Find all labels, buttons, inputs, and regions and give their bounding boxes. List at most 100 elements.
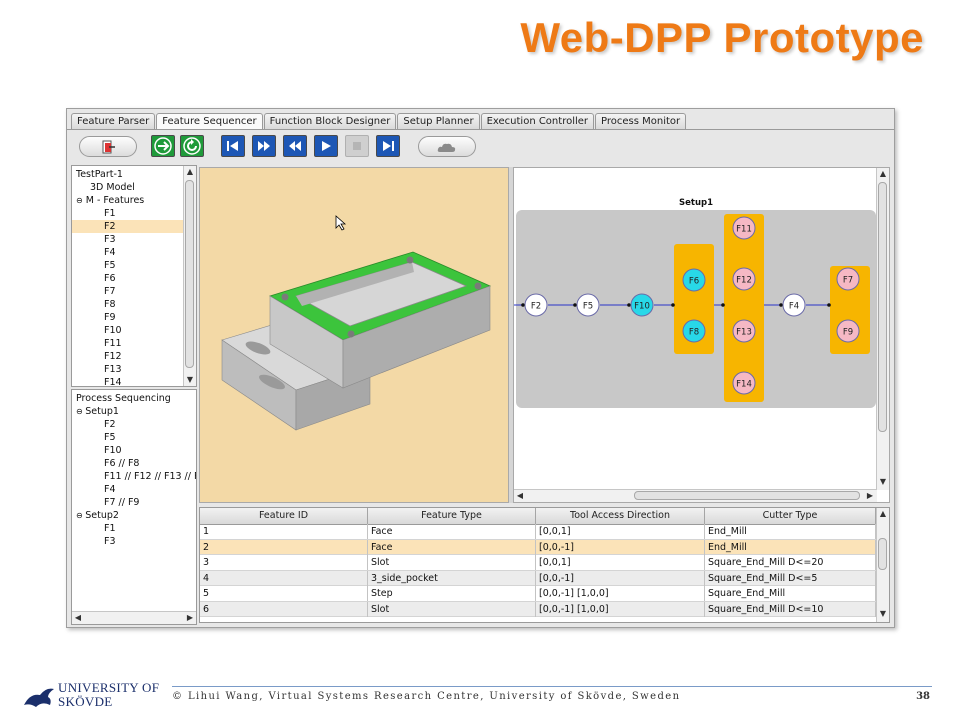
feature-node-label: F14 bbox=[736, 380, 752, 390]
process-tree-item[interactable]: F2 bbox=[72, 418, 184, 431]
tree-root[interactable]: TestPart-1 bbox=[72, 168, 184, 181]
fast-forward-button[interactable] bbox=[252, 135, 276, 157]
slide-title: Web-DPP Prototype bbox=[520, 14, 924, 61]
tree-item-feature[interactable]: F6 bbox=[72, 272, 184, 285]
cloud-button[interactable] bbox=[418, 136, 476, 157]
play-button[interactable] bbox=[314, 135, 338, 157]
table-row[interactable]: 3 Slot [0,0,1] Square_End_Mill D<=20 bbox=[200, 555, 876, 571]
tree-item-feature[interactable]: F5 bbox=[72, 259, 184, 272]
feature-tree-panel: TestPart-1 3D Model ⊖ M - Features F1 F2 F… bbox=[71, 165, 197, 387]
graph-vscrollbar[interactable]: ▲ ▼ bbox=[876, 168, 889, 490]
column-header-cutter-type[interactable]: Cutter Type bbox=[705, 508, 876, 524]
tab-process-monitor[interactable]: Process Monitor bbox=[595, 113, 687, 130]
tree-item-feature[interactable]: F11 bbox=[72, 337, 184, 350]
scroll-down-icon[interactable]: ▼ bbox=[877, 608, 889, 620]
footer-copyright: © Lihui Wang, Virtual Systems Research C… bbox=[172, 691, 681, 702]
tree-item-feature[interactable]: F10 bbox=[72, 324, 184, 337]
tree-item-feature[interactable]: F14 bbox=[72, 376, 184, 386]
tree-item-feature[interactable]: F13 bbox=[72, 363, 184, 376]
tab-setup-planner[interactable]: Setup Planner bbox=[397, 113, 480, 130]
collapse-icon[interactable]: ⊖ bbox=[76, 511, 85, 520]
table-cell: End_Mill bbox=[705, 524, 876, 539]
scroll-down-icon[interactable]: ▼ bbox=[877, 476, 889, 488]
feature-node-label: F6 bbox=[689, 277, 699, 287]
process-tree-item[interactable]: F7 // F9 bbox=[72, 496, 184, 509]
table-row[interactable]: 1 Face [0,0,1] End_Mill bbox=[200, 524, 876, 540]
tab-feature-parser[interactable]: Feature Parser bbox=[71, 113, 156, 130]
tree-item-feature[interactable]: F8 bbox=[72, 298, 184, 311]
tree-item-feature[interactable]: F1 bbox=[72, 207, 184, 220]
process-tree-item[interactable]: F4 bbox=[72, 483, 184, 496]
tree-item-feature[interactable]: F2 bbox=[72, 220, 184, 233]
column-header-tool-access[interactable]: Tool Access Direction bbox=[536, 508, 705, 524]
scroll-down-icon[interactable]: ▼ bbox=[184, 374, 196, 386]
table-row[interactable]: 4 3_side_pocket [0,0,-1] Square_End_Mill D<… bbox=[200, 570, 876, 586]
university-logo: UNIVERSITY OF SKÖVDE bbox=[22, 681, 168, 715]
table-cell: Step bbox=[368, 586, 536, 601]
3d-model-viewport[interactable] bbox=[199, 167, 509, 503]
table-cell: End_Mill bbox=[705, 539, 876, 555]
collapse-icon[interactable]: ⊖ bbox=[76, 407, 85, 416]
part-3d-model bbox=[221, 215, 492, 431]
tree-item-feature[interactable]: F3 bbox=[72, 233, 184, 246]
scrollbar-thumb[interactable] bbox=[878, 538, 887, 570]
feature-node-label: F7 bbox=[843, 276, 853, 286]
process-tree-root[interactable]: Process Sequencing bbox=[72, 392, 184, 405]
column-header-feature-id[interactable]: Feature ID bbox=[200, 508, 368, 524]
table-cell: Face bbox=[368, 524, 536, 539]
scroll-left-icon[interactable]: ◀ bbox=[72, 612, 84, 624]
process-tree-item[interactable]: F11 // F12 // F13 // F bbox=[72, 470, 196, 483]
sequence-graph-panel[interactable]: Setup1 F2 F5 F10 F6 F8 F11 F12 F13 F14 F4 F7 F9 ▲ ▼… bbox=[513, 167, 890, 503]
tab-bar: Feature Parser Feature Sequencer Functio… bbox=[71, 113, 687, 130]
process-tree-setup[interactable]: ⊖ Setup2 bbox=[72, 509, 184, 522]
next-button[interactable] bbox=[151, 135, 175, 157]
skip-to-end-button[interactable] bbox=[376, 135, 400, 157]
process-tree-panel: Process Sequencing ⊖ Setup1 F2 F5 F10 F6 // … bbox=[71, 389, 197, 625]
process-tree-setup[interactable]: ⊖ Setup1 bbox=[72, 405, 184, 418]
table-row[interactable]: 2 Face [0,0,-1] End_Mill bbox=[200, 539, 876, 555]
process-tree-item[interactable]: F6 // F8 bbox=[72, 457, 184, 470]
tree-item-feature[interactable]: F4 bbox=[72, 246, 184, 259]
process-tree-setup-label: Setup2 bbox=[85, 510, 119, 521]
scroll-up-icon[interactable]: ▲ bbox=[877, 508, 889, 520]
collapse-icon[interactable]: ⊖ bbox=[76, 196, 83, 205]
feature-tree-scrollbar[interactable]: ▲ ▼ bbox=[183, 166, 196, 386]
tab-feature-sequencer[interactable]: Feature Sequencer bbox=[156, 113, 263, 130]
graph-hscrollbar[interactable]: ◀ ▶ bbox=[514, 489, 877, 502]
column-header-feature-type[interactable]: Feature Type bbox=[368, 508, 536, 524]
tree-item-feature[interactable]: F7 bbox=[72, 285, 184, 298]
table-cell: [0,0,-1] bbox=[536, 539, 705, 555]
scroll-right-icon[interactable]: ▶ bbox=[864, 490, 876, 502]
scrollbar-thumb[interactable] bbox=[634, 491, 860, 500]
scrollbar-thumb[interactable] bbox=[878, 182, 887, 432]
edge-arrowhead bbox=[627, 303, 631, 307]
process-tree-item[interactable]: F5 bbox=[72, 431, 184, 444]
tab-execution-controller[interactable]: Execution Controller bbox=[480, 113, 595, 130]
table-row[interactable]: 6 Slot [0,0,-1] [1,0,0] Square_End_Mill D<=… bbox=[200, 601, 876, 617]
skip-to-start-button[interactable] bbox=[221, 135, 245, 157]
exit-button[interactable] bbox=[79, 136, 137, 157]
tree-item-feature[interactable]: F12 bbox=[72, 350, 184, 363]
scroll-up-icon[interactable]: ▲ bbox=[184, 166, 196, 178]
refresh-icon bbox=[183, 137, 201, 155]
stop-button[interactable] bbox=[345, 135, 369, 157]
table-vscrollbar[interactable]: ▲ ▼ bbox=[876, 508, 889, 622]
refresh-button[interactable] bbox=[180, 135, 204, 157]
feature-node-label: F8 bbox=[689, 328, 699, 338]
process-tree-item[interactable]: F3 bbox=[72, 535, 184, 548]
feature-node-label: F13 bbox=[736, 328, 752, 338]
tree-item-3d-model[interactable]: 3D Model bbox=[72, 181, 184, 194]
process-tree-item[interactable]: F10 bbox=[72, 444, 184, 457]
scroll-left-icon[interactable]: ◀ bbox=[514, 490, 526, 502]
tree-item-feature[interactable]: F9 bbox=[72, 311, 184, 324]
tree-group-features[interactable]: ⊖ M - Features bbox=[72, 194, 184, 207]
table-row[interactable]: 5 Step [0,0,-1] [1,0,0] Square_End_Mill bbox=[200, 586, 876, 602]
griffin-logo-icon bbox=[24, 688, 54, 707]
rewind-button[interactable] bbox=[283, 135, 307, 157]
process-tree-hscrollbar[interactable]: ◀ ▶ bbox=[72, 611, 196, 624]
process-tree-item[interactable]: F1 bbox=[72, 522, 184, 535]
scrollbar-thumb[interactable] bbox=[185, 180, 194, 368]
tab-function-block-designer[interactable]: Function Block Designer bbox=[263, 113, 397, 130]
scroll-up-icon[interactable]: ▲ bbox=[877, 168, 889, 180]
scroll-right-icon[interactable]: ▶ bbox=[184, 612, 196, 624]
